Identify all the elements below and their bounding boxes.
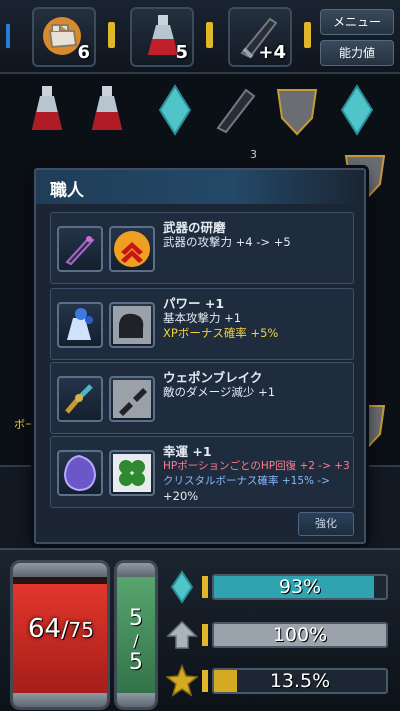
- level-progress-text: 100%: [272, 624, 328, 646]
- mp-readout: 5 / 5: [114, 608, 158, 674]
- xp-progress-text: 13.5%: [269, 670, 331, 692]
- option-effect: +20%: [163, 489, 199, 503]
- option-effect: 武器の攻撃力 +4 -> +5: [163, 235, 291, 249]
- option-effect: HPポーションごとのHP回復 +2 -> +3: [163, 460, 350, 472]
- xp-progress-row: 13.5%: [166, 664, 394, 698]
- stats-button[interactable]: 能力値: [320, 40, 394, 66]
- option-title: 武器の研磨: [163, 220, 226, 235]
- broken-blade-icon: [109, 376, 155, 422]
- potion-item-slot[interactable]: 5: [130, 7, 194, 67]
- mp-current: 5: [129, 606, 143, 631]
- upgrade-button[interactable]: 強化: [298, 512, 354, 536]
- mp-max: 5: [129, 650, 143, 675]
- dagger-icon: [57, 226, 103, 272]
- broken-sword-icon: [57, 376, 103, 422]
- crystal-progress-bar: 93%: [212, 574, 388, 600]
- four-leaf-clover-icon: [109, 450, 155, 496]
- gem-icon: [57, 450, 103, 496]
- gauge-cap: [13, 563, 107, 577]
- sword-item-slot[interactable]: +4: [228, 7, 292, 67]
- xp-progress-bar: 13.5%: [212, 668, 388, 694]
- arrow-up-icon: [166, 620, 198, 649]
- potion-count: 5: [175, 42, 188, 63]
- craftsman-dialog: 職人 武器の研磨 武器の攻撃力 +4 -> +5 パワー +1 基本攻撃力 +1…: [34, 168, 366, 544]
- xp-star-icon: [166, 664, 198, 697]
- option-description: 武器の研磨 武器の攻撃力 +4 -> +5: [163, 220, 351, 250]
- fist-item-slot[interactable]: 6: [32, 7, 96, 67]
- slot-separator: [206, 22, 213, 48]
- row-accent: [202, 624, 208, 646]
- crystal-icon: [170, 570, 194, 604]
- item-count-badge: 3: [250, 148, 257, 161]
- sword-count: +4: [258, 42, 286, 63]
- sword-icon[interactable]: [210, 82, 260, 138]
- upgrade-option-weapon-break[interactable]: ウェポンブレイク 敵のダメージ減少 +1: [50, 362, 354, 434]
- upgrade-option-weapon-sharpen[interactable]: 武器の研磨 武器の攻撃力 +4 -> +5: [50, 212, 354, 284]
- status-panel: 64/75 5 / 5 93% 100% 13.5%: [0, 548, 400, 711]
- option-title: 幸運 +1: [163, 444, 212, 459]
- dialog-title: 職人: [50, 181, 84, 201]
- gauge-cap: [117, 693, 155, 707]
- flexed-arm-icon: [109, 302, 155, 348]
- double-chevron-up-icon: [109, 226, 155, 272]
- top-left-accent: [6, 24, 10, 48]
- hp-readout: 64/75: [28, 614, 94, 644]
- slot-separator: [304, 22, 311, 48]
- option-title: パワー +1: [163, 296, 225, 311]
- top-bar: 6 5 +4 メニュー 能力値: [0, 0, 400, 74]
- option-title: ウェポンブレイク: [163, 370, 263, 385]
- option-description: ウェポンブレイク 敵のダメージ減少 +1: [163, 370, 351, 400]
- potion-icon[interactable]: [22, 82, 72, 138]
- hp-current: 64: [28, 614, 62, 644]
- level-progress-bar: 100%: [212, 622, 388, 648]
- gauge-cap: [117, 563, 155, 577]
- row-accent: [202, 576, 208, 598]
- gauge-cap: [13, 693, 107, 707]
- shield-icon[interactable]: [272, 82, 322, 138]
- potion-icon[interactable]: [82, 82, 132, 138]
- side-label: ボー: [14, 418, 36, 431]
- crystal-icon[interactable]: [332, 82, 382, 138]
- option-description: 幸運 +1 HPポーションごとのHP回復 +2 -> +3 クリスタルボーナス確…: [163, 444, 351, 504]
- option-effect: 基本攻撃力 +1: [163, 311, 242, 325]
- option-effect: 敵のダメージ減少 +1: [163, 385, 276, 399]
- fist-count: 6: [77, 42, 90, 63]
- dialog-header: 職人: [36, 170, 364, 204]
- slot-separator: [108, 22, 115, 48]
- crystal-progress-text: 93%: [278, 576, 322, 598]
- hp-max: 75: [68, 618, 94, 642]
- crystal-icon[interactable]: [150, 82, 200, 138]
- upgrade-option-power[interactable]: パワー +1 基本攻撃力 +1 XPボーナス確率 +5%: [50, 288, 354, 360]
- option-description: パワー +1 基本攻撃力 +1 XPボーナス確率 +5%: [163, 296, 351, 341]
- option-effect: XPボーナス確率 +5%: [163, 326, 279, 340]
- row-accent: [202, 670, 208, 692]
- menu-button[interactable]: メニュー: [320, 9, 394, 35]
- upgrade-option-luck[interactable]: 幸運 +1 HPポーションごとのHP回復 +2 -> +3 クリスタルボーナス確…: [50, 436, 354, 508]
- option-effect: クリスタルボーナス確率 +15% ->: [163, 475, 330, 487]
- crystal-progress-row: 93%: [166, 570, 394, 604]
- level-progress-row: 100%: [166, 618, 394, 652]
- potion-splash-icon: [57, 302, 103, 348]
- hp-gauge-fill: [13, 584, 107, 707]
